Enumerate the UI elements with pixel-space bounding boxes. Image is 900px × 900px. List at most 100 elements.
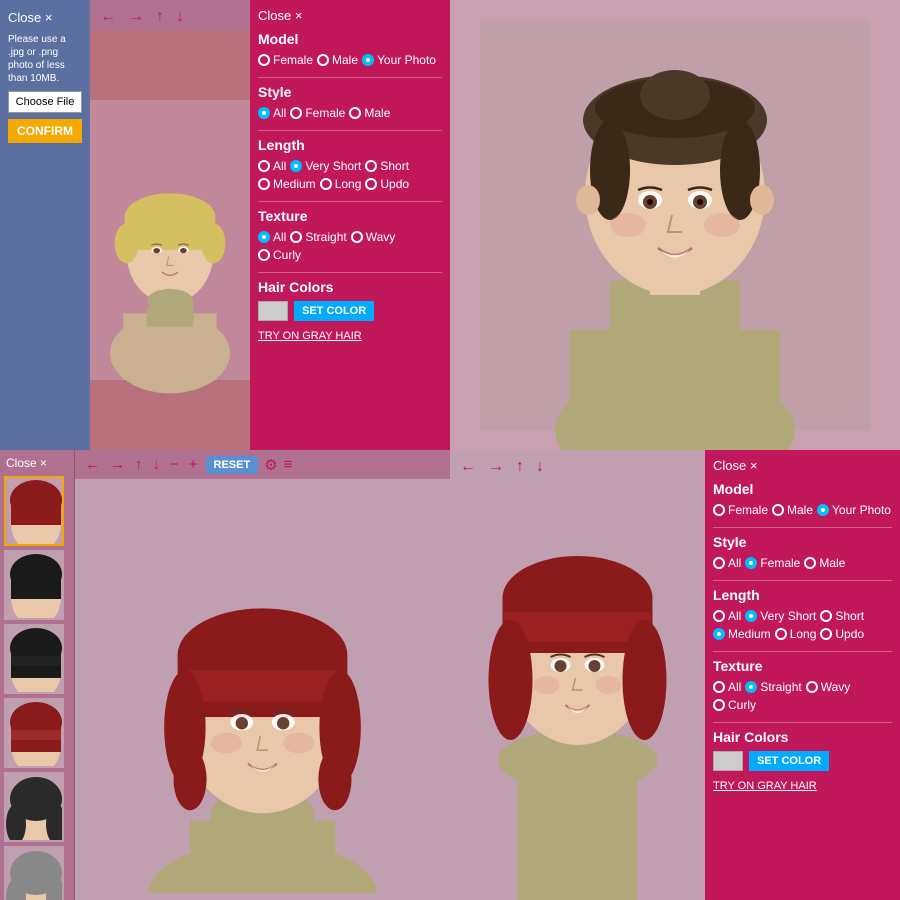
length-all-radio[interactable] xyxy=(258,160,270,172)
q4-length-m-radio[interactable] xyxy=(713,628,725,640)
your-photo-radio[interactable] xyxy=(362,54,374,66)
arrow-up[interactable]: ↑ xyxy=(152,6,168,28)
q4-length-vs-radio[interactable] xyxy=(745,610,757,622)
q4-arrow-up[interactable]: ↑ xyxy=(512,456,528,478)
length-updo-radio[interactable] xyxy=(365,178,377,190)
arrow-left[interactable]: ← xyxy=(96,6,120,28)
confirm-button[interactable]: CONFIRM xyxy=(8,119,82,143)
texture-wavy[interactable]: Wavy xyxy=(351,230,396,244)
length-medium-radio[interactable] xyxy=(258,178,270,190)
length-short[interactable]: Short xyxy=(365,159,409,173)
style-male-radio[interactable] xyxy=(349,107,361,119)
q4-arrow-left[interactable]: ← xyxy=(456,456,480,478)
panel-close-button[interactable]: Close × xyxy=(258,8,302,23)
q4-length-very-short[interactable]: Very Short xyxy=(745,609,816,623)
q4-length-all[interactable]: All xyxy=(713,609,741,623)
q4-male-radio[interactable] xyxy=(772,504,784,516)
q4-texture-all[interactable]: All xyxy=(713,680,741,694)
q4-texture-s-radio[interactable] xyxy=(745,681,757,693)
set-color-button[interactable]: SET COLOR xyxy=(294,301,374,321)
thumbnail-5[interactable] xyxy=(4,772,64,842)
q4-texture-c-radio[interactable] xyxy=(713,699,725,711)
toolbar-arrow-up[interactable]: ↑ xyxy=(133,454,145,475)
q4-style-all[interactable]: All xyxy=(713,556,741,570)
q4-style-female[interactable]: Female xyxy=(745,556,800,570)
q4-female-radio[interactable] xyxy=(713,504,725,516)
q4-texture-wavy[interactable]: Wavy xyxy=(806,680,851,694)
q4-texture-curly[interactable]: Curly xyxy=(713,698,756,712)
style-female[interactable]: Female xyxy=(290,106,345,120)
model-section: Model Female Male Your Photo xyxy=(258,31,442,67)
texture-curly[interactable]: Curly xyxy=(258,248,301,262)
q4-style-female-radio[interactable] xyxy=(745,557,757,569)
q4-length-short[interactable]: Short xyxy=(820,609,864,623)
thumbnail-1[interactable] xyxy=(4,476,64,546)
texture-all-radio[interactable] xyxy=(258,231,270,243)
q4-arrow-down[interactable]: ↓ xyxy=(532,456,548,478)
q4-texture-all-radio[interactable] xyxy=(713,681,725,693)
thumbnail-6[interactable] xyxy=(4,846,64,900)
texture-all[interactable]: All xyxy=(258,230,286,244)
arrow-right[interactable]: → xyxy=(124,6,148,28)
style-male[interactable]: Male xyxy=(349,106,390,120)
q4-length-all-radio[interactable] xyxy=(713,610,725,622)
q4-model-female[interactable]: Female xyxy=(713,503,768,517)
toolbar-arrow-left[interactable]: ← xyxy=(83,454,102,475)
color-swatch[interactable] xyxy=(258,301,288,321)
arrow-down[interactable]: ↓ xyxy=(172,6,188,28)
q4-style-male[interactable]: Male xyxy=(804,556,845,570)
toolbar-zoom-in[interactable]: + xyxy=(187,454,200,475)
toolbar-arrow-down[interactable]: ↓ xyxy=(151,454,163,475)
try-gray-hair-button[interactable]: TRY ON GRAY HAIR xyxy=(258,330,362,342)
model-female[interactable]: Female xyxy=(258,53,313,67)
q4-length-s-radio[interactable] xyxy=(820,610,832,622)
female-radio[interactable] xyxy=(258,54,270,66)
model-male[interactable]: Male xyxy=(317,53,358,67)
length-short-radio[interactable] xyxy=(365,160,377,172)
q4-length-u-radio[interactable] xyxy=(820,628,832,640)
q4-style-male-radio[interactable] xyxy=(804,557,816,569)
texture-straight[interactable]: Straight xyxy=(290,230,346,244)
q4-your-photo-radio[interactable] xyxy=(817,504,829,516)
texture-curly-radio[interactable] xyxy=(258,249,270,261)
toolbar-reset-button[interactable]: RESET xyxy=(206,456,259,474)
q4-length-long[interactable]: Long xyxy=(775,627,817,641)
thumbnail-3[interactable] xyxy=(4,624,64,694)
length-long[interactable]: Long xyxy=(320,177,362,191)
style-all[interactable]: All xyxy=(258,106,286,120)
length-updo[interactable]: Updo xyxy=(365,177,409,191)
length-very-short-radio[interactable] xyxy=(290,160,302,172)
style-all-radio[interactable] xyxy=(258,107,270,119)
toolbar-arrow-right[interactable]: → xyxy=(108,454,127,475)
gear-icon[interactable]: ⚙ xyxy=(264,456,277,474)
q4-texture-straight[interactable]: Straight xyxy=(745,680,801,694)
length-medium[interactable]: Medium xyxy=(258,177,316,191)
q4-model-male[interactable]: Male xyxy=(772,503,813,517)
q4-texture-w-radio[interactable] xyxy=(806,681,818,693)
q4-length-updo[interactable]: Updo xyxy=(820,627,864,641)
length-long-radio[interactable] xyxy=(320,178,332,190)
q4-arrow-right[interactable]: → xyxy=(484,456,508,478)
q4-set-color-button[interactable]: SET COLOR xyxy=(749,751,829,771)
menu-icon[interactable]: ≡ xyxy=(284,456,293,473)
q4-style-all-radio[interactable] xyxy=(713,557,725,569)
thumbnail-2[interactable] xyxy=(4,550,64,620)
q4-try-gray-hair-button[interactable]: TRY ON GRAY HAIR xyxy=(713,780,817,792)
toolbar-zoom-out[interactable]: − xyxy=(168,454,181,475)
q4-your-photo[interactable]: Your Photo xyxy=(817,503,891,517)
q4-length-l-radio[interactable] xyxy=(775,628,787,640)
length-very-short[interactable]: Very Short xyxy=(290,159,361,173)
q4-color-swatch[interactable] xyxy=(713,751,743,771)
thumb-close-button[interactable]: Close × xyxy=(4,454,70,472)
model-your-photo[interactable]: Your Photo xyxy=(362,53,436,67)
thumbnail-4[interactable] xyxy=(4,698,64,768)
male-radio[interactable] xyxy=(317,54,329,66)
length-all[interactable]: All xyxy=(258,159,286,173)
style-female-radio[interactable] xyxy=(290,107,302,119)
texture-straight-radio[interactable] xyxy=(290,231,302,243)
choose-file-button[interactable]: Choose File xyxy=(8,91,82,113)
q4-panel-close-button[interactable]: Close × xyxy=(713,458,757,473)
q4-length-medium[interactable]: Medium xyxy=(713,627,771,641)
texture-wavy-radio[interactable] xyxy=(351,231,363,243)
sidebar-close-button[interactable]: Close × xyxy=(8,8,82,27)
